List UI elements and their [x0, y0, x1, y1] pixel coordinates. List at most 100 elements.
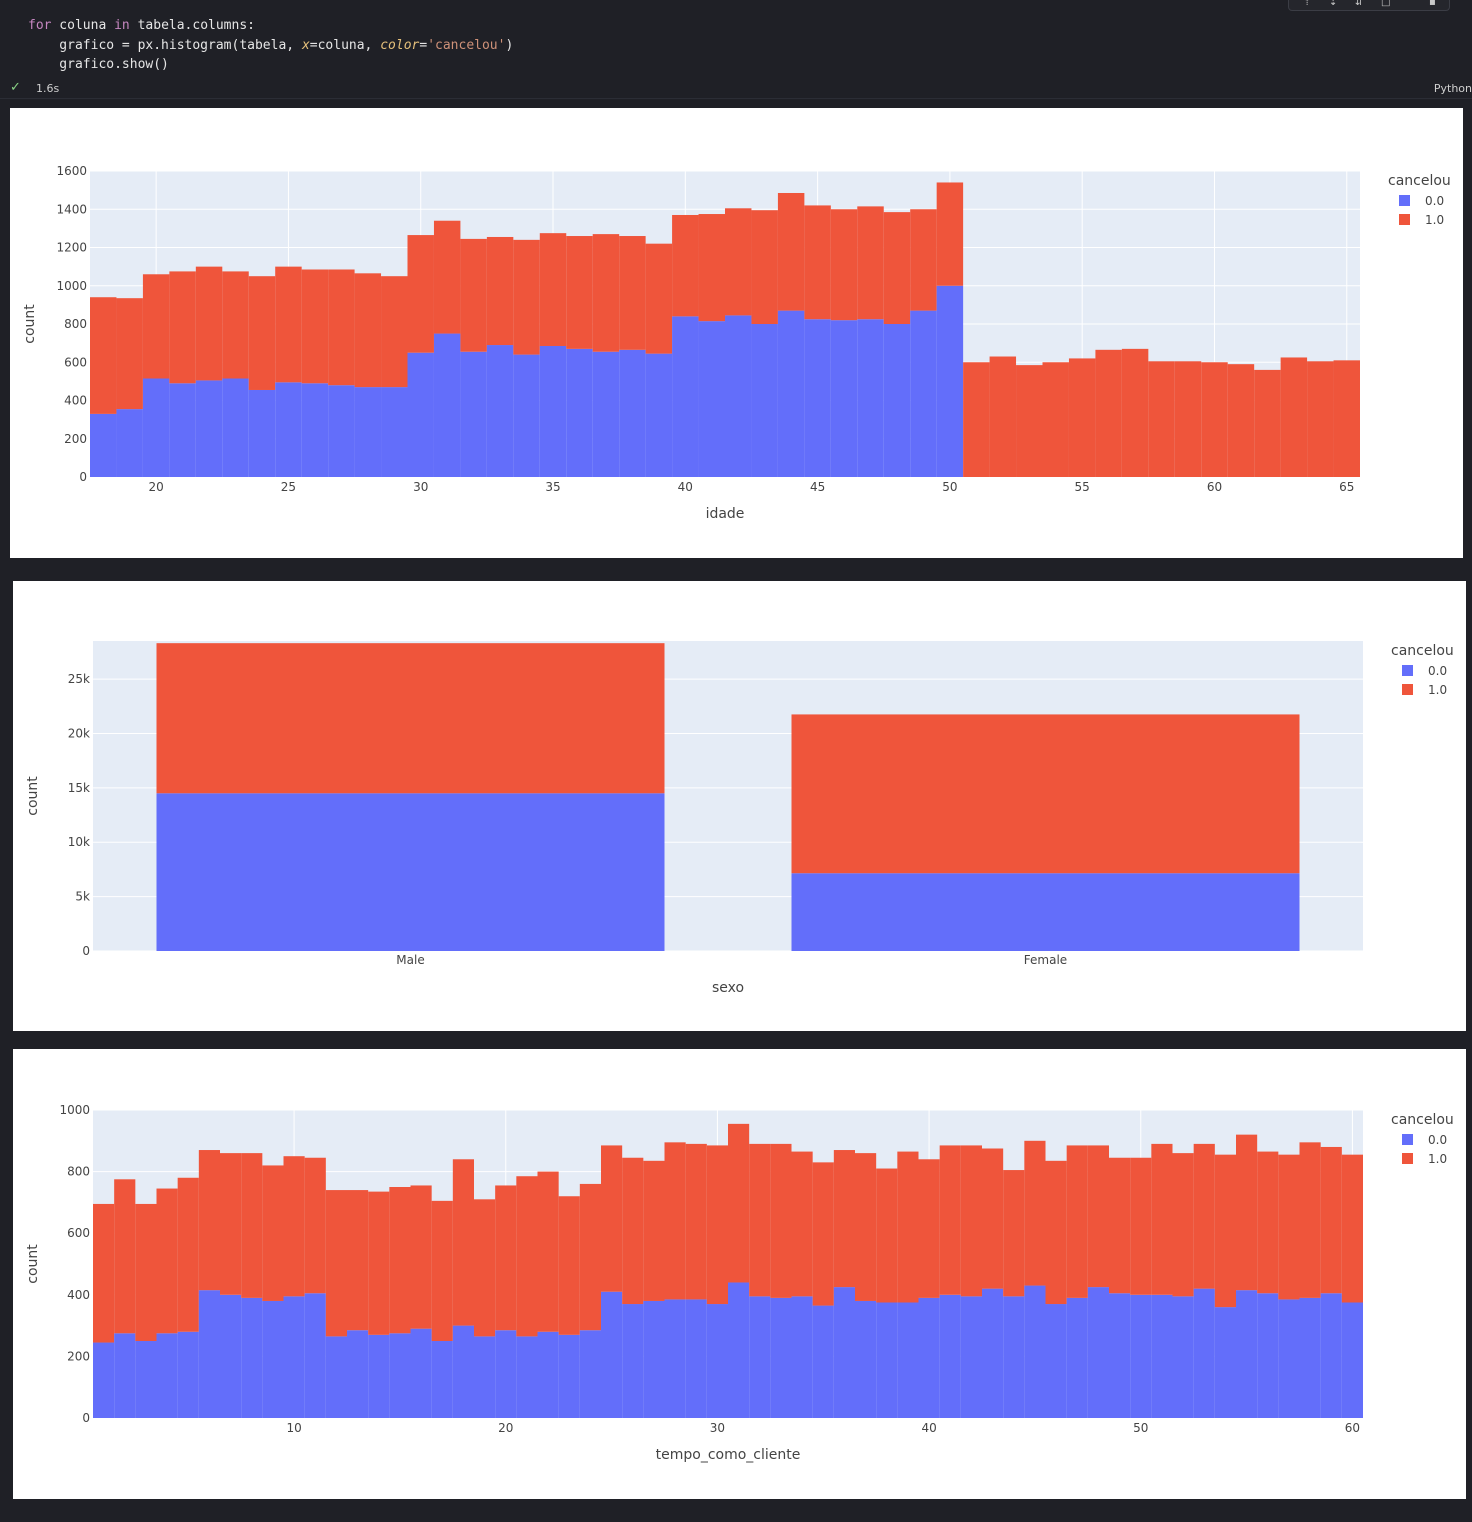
bar-class-1 [177, 1177, 199, 1332]
bar-class-1 [410, 1185, 432, 1329]
legend-swatch [1402, 665, 1413, 676]
y-tick-label: 0 [82, 1411, 90, 1425]
execution-status: ✓ 1.6s Python [0, 80, 1472, 98]
bar-class-0 [939, 1294, 961, 1418]
bar-class-0 [791, 1296, 813, 1418]
bar-class-1 [728, 1123, 750, 1283]
chart-sexo[interactable]: 0 5k 10k 15k 20k 25k Male Female sexo count cancel… [13, 581, 1466, 1031]
bar-class-1 [381, 276, 408, 388]
bar-class-1 [1066, 1145, 1088, 1298]
execution-time: 1.6s [36, 82, 60, 95]
plot-tempo-como-cliente[interactable]: 0 200 400 600 800 1000 10 20 30 40 50 60 tempo_como_… [13, 1049, 1466, 1499]
bar-class-0 [1193, 1288, 1215, 1418]
x-tick-label: 20 [149, 480, 164, 494]
y-tick-label: 1200 [56, 241, 87, 255]
bar-class-0 [90, 413, 117, 477]
bar-class-1 [989, 356, 1017, 477]
bar-class-0 [1299, 1297, 1321, 1418]
chart-tempo-como-cliente[interactable]: 0 200 400 600 800 1000 10 20 30 40 50 60 tempo_como_… [13, 1049, 1466, 1499]
x-tick-label: 60 [1345, 1421, 1360, 1435]
legend-label: 1.0 [1428, 1152, 1447, 1166]
bar-class-1 [1016, 365, 1043, 477]
code-editor[interactable]: for coluna in tabela.columns: grafico = … [28, 16, 513, 75]
bar-class-0 [495, 1330, 517, 1418]
bar-class-0 [883, 324, 911, 477]
run-below-icon[interactable]: ⇣ [1329, 0, 1337, 8]
x-tick-label: 50 [1133, 1421, 1148, 1435]
plot-idade[interactable]: 0 200 400 600 800 1000 1200 1400 1600 20 25 30 35 40 4… [10, 108, 1463, 558]
bar-class-1 [513, 239, 540, 355]
bar-class-0 [1320, 1293, 1342, 1418]
bar-class-0 [1087, 1287, 1109, 1418]
bar-class-0 [1151, 1294, 1173, 1418]
bar-class-0 [195, 380, 223, 477]
y-tick-label: 200 [67, 1349, 90, 1363]
bar-class-0 [262, 1300, 284, 1418]
bar-class-0 [619, 349, 646, 477]
bar-class-0 [857, 319, 884, 477]
check-icon: ✓ [10, 80, 21, 95]
kernel-label[interactable]: Python [1434, 82, 1472, 95]
x-axis-title: tempo_como_cliente [656, 1447, 801, 1463]
y-tick-label: 600 [67, 1226, 90, 1240]
bar-class-1 [804, 205, 831, 320]
bar-class-1 [910, 209, 937, 311]
bar-class-0 [855, 1300, 877, 1418]
y-tick-label: 1600 [56, 164, 87, 178]
bar-class-0 [537, 1331, 559, 1418]
bar-class-0 [1130, 1294, 1152, 1418]
bar-class-0 [142, 378, 170, 477]
legend-label: 0.0 [1428, 664, 1447, 678]
legend-label: 0.0 [1425, 194, 1444, 208]
bar-class-1 [347, 1190, 369, 1331]
bar-class-1 [622, 1157, 644, 1305]
bar-class-1 [169, 271, 196, 384]
legend-swatch [1399, 195, 1410, 206]
bar-class-0 [513, 354, 540, 477]
y-tick-label: 20k [68, 726, 90, 740]
delete-icon[interactable]: ▪ [1429, 0, 1436, 8]
bar-class-0 [220, 1294, 242, 1418]
bar-class-0 [751, 324, 778, 477]
bar-class-0 [672, 316, 699, 477]
run-above-icon[interactable]: ⇡ [1303, 0, 1311, 8]
bar-class-1 [486, 236, 514, 346]
more-icon[interactable]: □ [1381, 0, 1390, 8]
bar-class-1 [93, 1203, 115, 1343]
bar-class-0 [431, 1341, 453, 1418]
bar-class-1 [460, 238, 487, 352]
bar-class-1 [135, 1203, 157, 1341]
bar-class-0 [460, 351, 487, 477]
x-tick-label: 55 [1075, 480, 1090, 494]
y-tick-label: 25k [68, 672, 90, 686]
bar-class-0 [982, 1288, 1004, 1418]
bar-class-1 [198, 1150, 220, 1291]
bar-class-0 [749, 1296, 771, 1418]
bar-class-0 [566, 348, 593, 477]
bar-class-0 [486, 345, 514, 477]
bar-class-1 [645, 243, 673, 354]
code-line-2: grafico = px.histogram(tabela, x=coluna,… [28, 37, 514, 53]
bar-class-0 [910, 310, 937, 477]
x-axis-title: idade [706, 506, 745, 522]
bar-class-0 [452, 1325, 474, 1418]
chart-idade[interactable]: 0 200 400 600 800 1000 1200 1400 1600 20 25 30 35 40 4… [10, 108, 1463, 558]
bar-class-0 [1003, 1296, 1025, 1418]
bar-class-0 [248, 389, 276, 477]
bar-class-1 [1299, 1142, 1321, 1298]
bar-class-1 [1254, 369, 1281, 477]
bar-class-1 [558, 1196, 580, 1335]
bar-class-0 [304, 1293, 326, 1418]
y-tick-label: 400 [67, 1288, 90, 1302]
code-cell[interactable]: for coluna in tabela.columns: grafico = … [0, 0, 1472, 99]
bar-class-0 [1172, 1296, 1194, 1418]
split-icon[interactable]: ⇵ [1355, 0, 1363, 8]
bar-class-0 [1024, 1285, 1046, 1418]
bar-class-1 [516, 1176, 538, 1337]
bar-class-0 [381, 387, 408, 477]
bar-class-1 [283, 1156, 305, 1297]
bar-class-1 [1045, 1160, 1067, 1305]
plot-sexo[interactable]: 0 5k 10k 15k 20k 25k Male Female sexo count cancel… [13, 581, 1466, 1031]
bar-class-1 [777, 192, 805, 311]
bar-class-1 [248, 276, 276, 390]
